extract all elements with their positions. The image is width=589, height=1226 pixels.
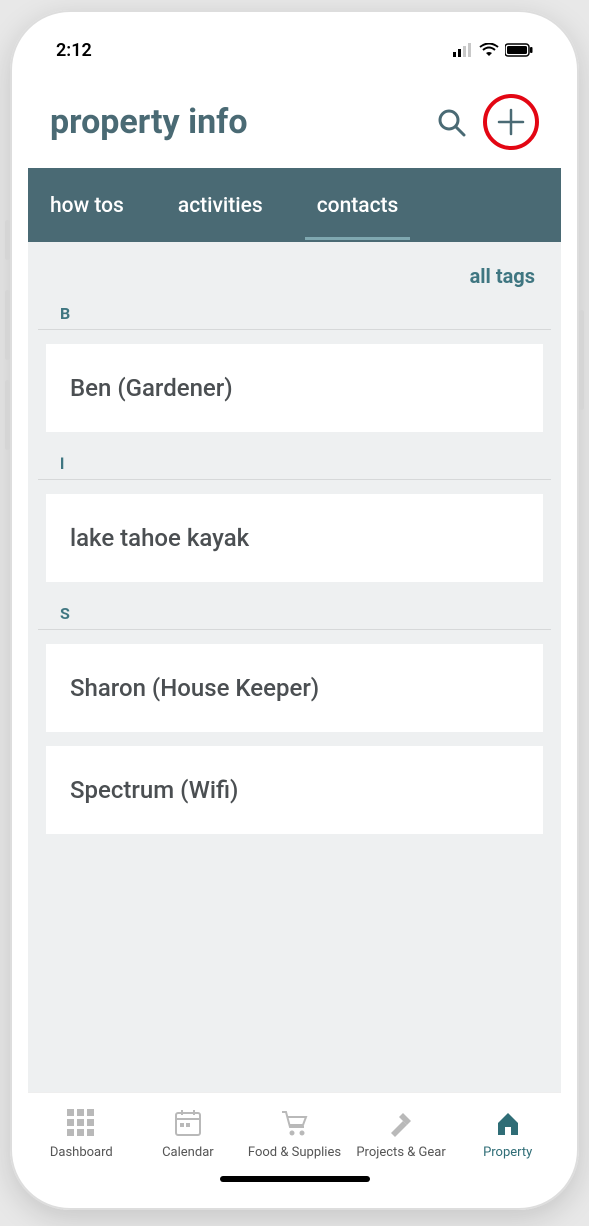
section-header: l [38,446,551,480]
section-header: S [38,596,551,630]
nav-label: Food & Supplies [248,1145,341,1160]
volume-button [5,290,10,360]
battery-icon [505,43,533,57]
cart-icon [280,1109,308,1141]
screen: 2:12 property info how tos activities cont… [28,28,561,1192]
search-button[interactable] [431,102,471,142]
tab-activities[interactable]: activities [174,172,267,238]
tab-how-tos[interactable]: how tos [46,172,128,238]
status-icons [453,43,533,57]
content-area: all tags B Ben (Gardener) l lake tahoe kaya… [28,242,561,1092]
nav-projects-gear[interactable]: Projects & Gear [351,1109,451,1160]
home-icon [494,1109,522,1141]
nav-property[interactable]: Property [458,1109,558,1160]
volume-button [5,220,10,260]
nav-food-supplies[interactable]: Food & Supplies [244,1109,344,1160]
nav-calendar[interactable]: Calendar [138,1109,238,1160]
filter-row: all tags [28,242,561,296]
tab-bar: how tos activities contacts [28,168,561,242]
nav-dashboard[interactable]: Dashboard [31,1109,131,1160]
contact-item[interactable]: lake tahoe kayak [46,494,543,582]
nav-label: Property [483,1145,532,1160]
filter-all-tags[interactable]: all tags [470,264,535,288]
nav-label: Dashboard [50,1145,113,1160]
contact-item[interactable]: Spectrum (Wifi) [46,746,543,834]
calendar-icon [174,1109,202,1141]
status-time: 2:12 [56,40,92,61]
cellular-icon [453,43,473,57]
hammer-icon [387,1109,415,1141]
contact-item[interactable]: Ben (Gardener) [46,344,543,432]
contact-item[interactable]: Sharon (House Keeper) [46,644,543,732]
nav-label: Projects & Gear [356,1145,445,1160]
wifi-icon [479,43,499,57]
section-header: B [38,296,551,330]
grid-icon [67,1109,95,1141]
page-header: property info [28,72,561,168]
page-title: property info [50,102,419,142]
status-bar: 2:12 [28,28,561,72]
add-button[interactable] [483,94,539,150]
plus-icon [496,107,526,137]
search-icon [436,107,466,137]
home-indicator[interactable] [220,1176,370,1182]
volume-button [5,380,10,450]
phone-frame: 2:12 property info how tos activities cont… [10,10,579,1210]
power-button [579,310,584,410]
tab-contacts[interactable]: contacts [313,172,403,238]
nav-label: Calendar [162,1145,214,1160]
